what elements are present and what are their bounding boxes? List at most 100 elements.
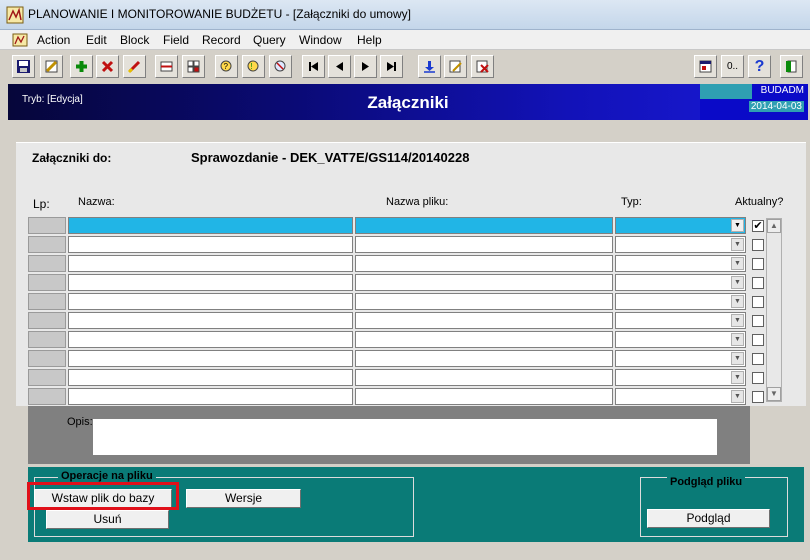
menu-record[interactable]: Record — [199, 32, 244, 48]
duplicate-button[interactable] — [182, 55, 205, 78]
table-row[interactable]: ▼ — [0, 369, 810, 388]
scroll-down-icon[interactable]: ▼ — [767, 387, 781, 401]
menu-block[interactable]: Block — [117, 32, 152, 48]
row-nazwa-pliku-field[interactable] — [355, 255, 613, 272]
row-lp-cell[interactable] — [28, 331, 66, 348]
row-nazwa-field[interactable] — [68, 312, 353, 329]
row-lp-cell[interactable] — [28, 350, 66, 367]
row-typ-select[interactable]: ▼ — [615, 369, 746, 386]
exit-button[interactable] — [780, 55, 803, 78]
row-nazwa-field[interactable] — [68, 255, 353, 272]
menu-edit[interactable]: Edit — [83, 32, 110, 48]
row-lp-cell[interactable] — [28, 293, 66, 310]
row-typ-select[interactable]: ▼ — [615, 388, 746, 405]
row-typ-select[interactable]: ▼ — [615, 236, 746, 253]
system-menu-icon[interactable] — [12, 33, 28, 47]
row-aktualny-checkbox[interactable] — [752, 315, 764, 327]
row-nazwa-field[interactable] — [68, 236, 353, 253]
row-lp-cell[interactable] — [28, 236, 66, 253]
table-row[interactable]: ▼ — [0, 293, 810, 312]
chevron-down-icon[interactable]: ▼ — [731, 295, 744, 308]
row-nazwa-field[interactable] — [68, 369, 353, 386]
chevron-down-icon[interactable]: ▼ — [731, 238, 744, 251]
row-aktualny-checkbox[interactable]: ✔ — [752, 220, 764, 232]
row-nazwa-field[interactable] — [68, 350, 353, 367]
table-row[interactable]: ▼ — [0, 331, 810, 350]
row-typ-select[interactable]: ▼ — [615, 274, 746, 291]
chevron-down-icon[interactable]: ▼ — [731, 314, 744, 327]
row-nazwa-pliku-field[interactable] — [355, 274, 613, 291]
row-lp-cell[interactable] — [28, 369, 66, 386]
row-aktualny-checkbox[interactable] — [752, 391, 764, 403]
delete-record-button[interactable] — [96, 55, 119, 78]
scroll-up-icon[interactable]: ▲ — [767, 219, 781, 233]
row-aktualny-checkbox[interactable] — [752, 277, 764, 289]
next-record-button[interactable] — [354, 55, 377, 78]
table-row[interactable]: ▼ — [0, 388, 810, 407]
menu-query[interactable]: Query — [250, 32, 289, 48]
row-aktualny-checkbox[interactable] — [752, 258, 764, 270]
row-nazwa-field[interactable] — [68, 388, 353, 405]
chevron-down-icon[interactable]: ▼ — [731, 257, 744, 270]
table-row[interactable]: ▼ — [0, 274, 810, 293]
chevron-down-icon[interactable]: ▼ — [731, 276, 744, 289]
cancel-query-button[interactable] — [269, 55, 292, 78]
row-lp-cell[interactable] — [28, 388, 66, 405]
row-typ-select[interactable]: ▼ — [615, 293, 746, 310]
chevron-down-icon[interactable]: ▼ — [731, 219, 744, 232]
row-typ-select[interactable]: ▼ — [615, 331, 746, 348]
row-nazwa-field[interactable] — [68, 293, 353, 310]
row-lp-cell[interactable] — [28, 217, 66, 234]
first-record-button[interactable] — [302, 55, 325, 78]
close-form-button[interactable] — [471, 55, 494, 78]
edit-document-button[interactable] — [444, 55, 467, 78]
row-typ-select[interactable]: ▼ — [615, 350, 746, 367]
insert-record-button[interactable] — [70, 55, 93, 78]
delete-file-button[interactable]: Usuń — [46, 510, 169, 529]
previous-record-button[interactable] — [328, 55, 351, 78]
preview-button[interactable]: Podgląd — [647, 509, 770, 528]
chevron-down-icon[interactable]: ▼ — [731, 390, 744, 403]
print-button[interactable] — [40, 55, 63, 78]
row-lp-cell[interactable] — [28, 274, 66, 291]
row-nazwa-pliku-field[interactable] — [355, 312, 613, 329]
row-nazwa-pliku-field[interactable] — [355, 217, 613, 234]
menu-help[interactable]: Help — [354, 32, 385, 48]
enter-query-button[interactable]: ? — [215, 55, 238, 78]
menu-action[interactable]: Action — [34, 32, 73, 48]
chevron-down-icon[interactable]: ▼ — [731, 352, 744, 365]
table-row[interactable]: ▼ — [0, 255, 810, 274]
table-row[interactable]: ▼ — [0, 350, 810, 369]
menu-field[interactable]: Field — [160, 32, 192, 48]
row-nazwa-pliku-field[interactable] — [355, 331, 613, 348]
description-field[interactable] — [92, 418, 718, 456]
row-aktualny-checkbox[interactable] — [752, 239, 764, 251]
row-typ-select[interactable]: ▼ — [615, 217, 746, 234]
table-row[interactable]: ▼ — [0, 312, 810, 331]
help-button[interactable]: ? — [748, 55, 771, 78]
row-nazwa-pliku-field[interactable] — [355, 388, 613, 405]
chevron-down-icon[interactable]: ▼ — [731, 333, 744, 346]
row-nazwa-pliku-field[interactable] — [355, 293, 613, 310]
last-record-button[interactable] — [380, 55, 403, 78]
row-nazwa-pliku-field[interactable] — [355, 350, 613, 367]
row-lp-cell[interactable] — [28, 255, 66, 272]
execute-query-button[interactable]: ! — [242, 55, 265, 78]
row-nazwa-pliku-field[interactable] — [355, 236, 613, 253]
row-aktualny-checkbox[interactable] — [752, 334, 764, 346]
row-aktualny-checkbox[interactable] — [752, 296, 764, 308]
clear-button[interactable] — [123, 55, 146, 78]
row-nazwa-field[interactable] — [68, 274, 353, 291]
table-row[interactable]: ▼ — [0, 236, 810, 255]
versions-button[interactable]: Wersje — [186, 489, 301, 508]
display-list-button[interactable] — [694, 55, 717, 78]
row-nazwa-field[interactable] — [68, 217, 353, 234]
row-nazwa-pliku-field[interactable] — [355, 369, 613, 386]
row-nazwa-field[interactable] — [68, 331, 353, 348]
row-lp-cell[interactable] — [28, 312, 66, 329]
chevron-down-icon[interactable]: ▼ — [731, 371, 744, 384]
clear-block-button[interactable] — [155, 55, 178, 78]
table-row[interactable]: ▼ ✔ — [0, 217, 810, 236]
save-button[interactable] — [12, 55, 35, 78]
menu-window[interactable]: Window — [296, 32, 345, 48]
